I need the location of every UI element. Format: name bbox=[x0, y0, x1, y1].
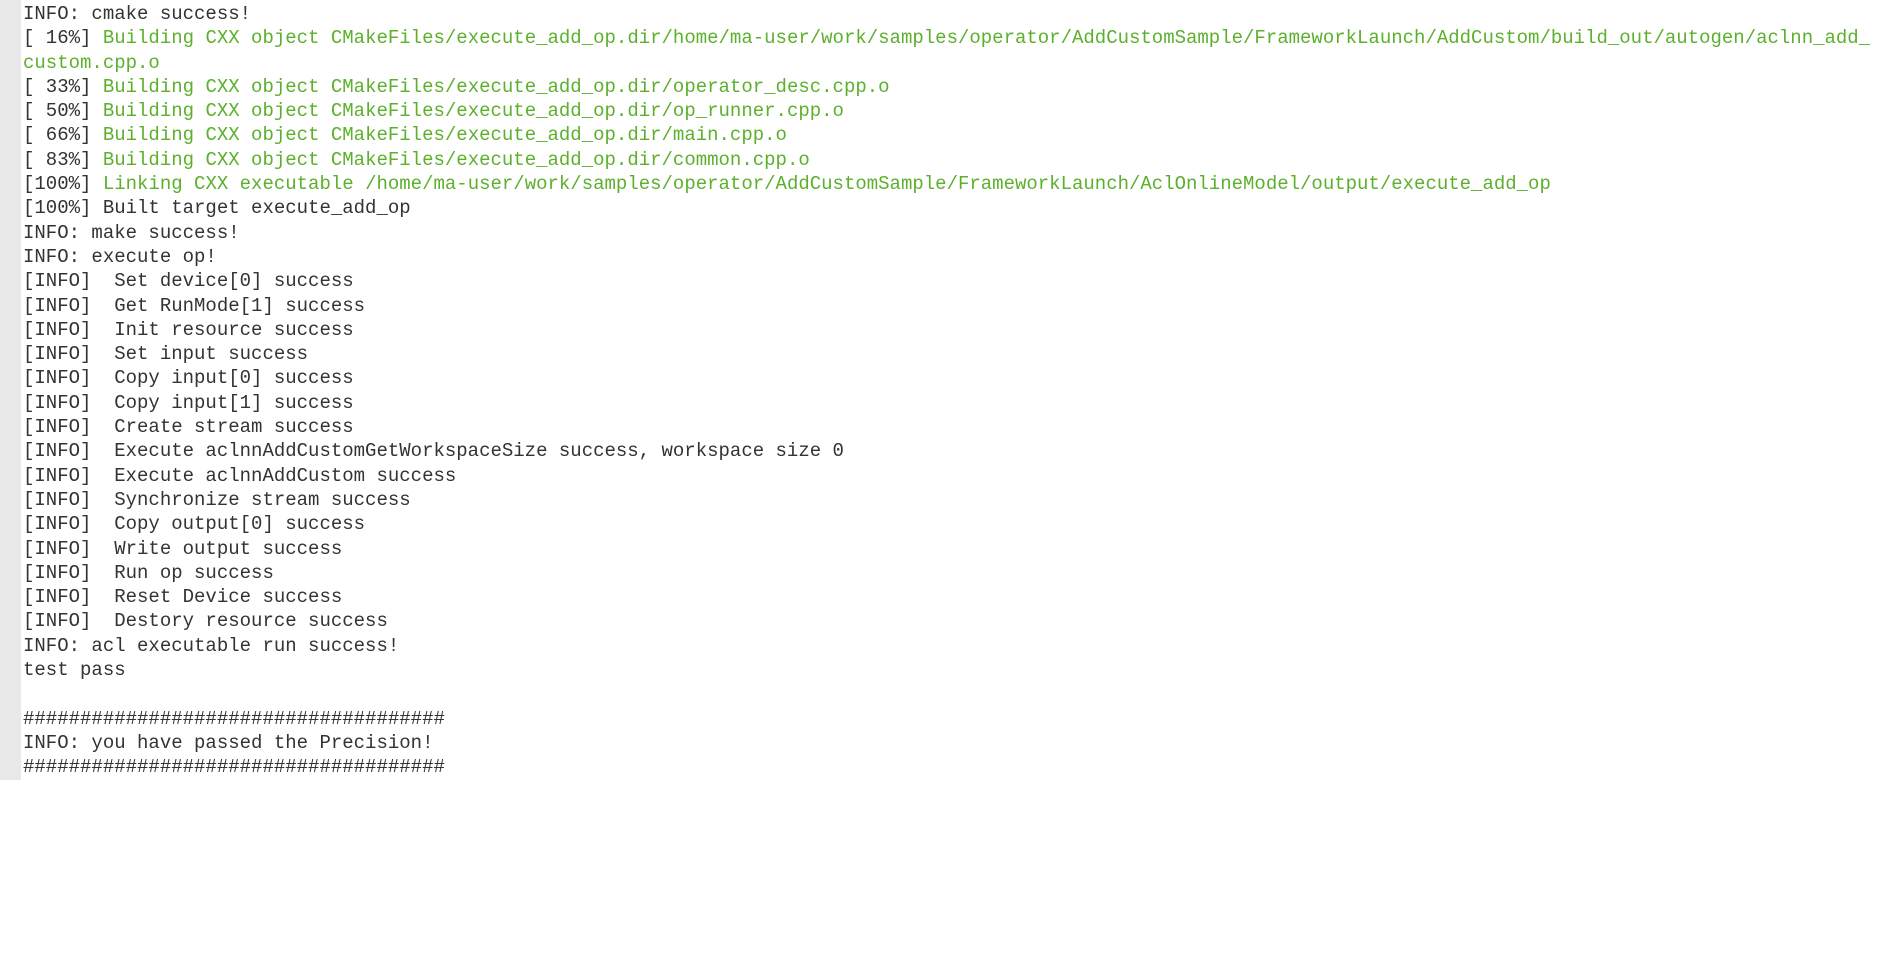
terminal-text-segment: Building CXX object CMakeFiles/execute_a… bbox=[103, 149, 810, 171]
terminal-line: INFO: acl executable run success! bbox=[23, 634, 1878, 658]
terminal-line: [INFO] Set input success bbox=[23, 342, 1878, 366]
terminal-text-segment: [INFO] Copy input[0] success bbox=[23, 367, 354, 389]
terminal-text-segment: [ 66%] bbox=[23, 124, 103, 146]
terminal-text-segment: [INFO] Init resource success bbox=[23, 319, 354, 341]
terminal-line: [INFO] Execute aclnnAddCustomGetWorkspac… bbox=[23, 439, 1878, 463]
terminal-line: test pass bbox=[23, 658, 1878, 682]
terminal-text-segment: [INFO] Write output success bbox=[23, 538, 342, 560]
terminal-text-segment: Building CXX object CMakeFiles/execute_a… bbox=[23, 27, 1870, 73]
terminal-line: INFO: make success! bbox=[23, 221, 1878, 245]
terminal-text-segment: [INFO] Copy output[0] success bbox=[23, 513, 365, 535]
terminal-line: [ 83%] Building CXX object CMakeFiles/ex… bbox=[23, 148, 1878, 172]
terminal-text-segment: [INFO] Execute aclnnAddCustomGetWorkspac… bbox=[23, 440, 844, 462]
terminal-text-segment: Building CXX object CMakeFiles/execute_a… bbox=[103, 100, 844, 122]
terminal-text-segment: [100%] Built target execute_add_op bbox=[23, 197, 411, 219]
terminal-line: INFO: cmake success! bbox=[23, 2, 1878, 26]
terminal-text-segment: [ 16%] bbox=[23, 27, 103, 49]
terminal-line: [INFO] Copy output[0] success bbox=[23, 512, 1878, 536]
terminal-text-segment: [INFO] Synchronize stream success bbox=[23, 489, 411, 511]
terminal-line: [INFO] Create stream success bbox=[23, 415, 1878, 439]
terminal-text-segment: [INFO] Copy input[1] success bbox=[23, 392, 354, 414]
terminal-text-segment: [ 33%] bbox=[23, 76, 103, 98]
terminal-text-segment bbox=[23, 683, 34, 705]
terminal-text-segment: [ 83%] bbox=[23, 149, 103, 171]
terminal-text-segment: [INFO] Set device[0] success bbox=[23, 270, 354, 292]
terminal-text-segment: [INFO] Execute aclnnAddCustom success bbox=[23, 465, 456, 487]
terminal-text-segment: ##################################### bbox=[23, 708, 445, 730]
terminal-line: [INFO] Execute aclnnAddCustom success bbox=[23, 464, 1878, 488]
terminal-line bbox=[23, 682, 1878, 706]
terminal-line: [INFO] Run op success bbox=[23, 561, 1878, 585]
terminal-line: [100%] Linking CXX executable /home/ma-u… bbox=[23, 172, 1878, 196]
terminal-text-segment: Building CXX object CMakeFiles/execute_a… bbox=[103, 124, 787, 146]
terminal-line: [ 66%] Building CXX object CMakeFiles/ex… bbox=[23, 123, 1878, 147]
terminal-text-segment: [INFO] Reset Device success bbox=[23, 586, 342, 608]
terminal-text-segment: [100%] bbox=[23, 173, 103, 195]
terminal-line: ##################################### bbox=[23, 755, 1878, 779]
terminal-text-segment: INFO: acl executable run success! bbox=[23, 635, 399, 657]
terminal-text-segment: test pass bbox=[23, 659, 126, 681]
terminal-text-segment: INFO: cmake success! bbox=[23, 3, 251, 25]
terminal-text-segment: [INFO] Run op success bbox=[23, 562, 274, 584]
terminal-text-segment: Linking CXX executable /home/ma-user/wor… bbox=[103, 173, 1551, 195]
terminal-line: [ 16%] Building CXX object CMakeFiles/ex… bbox=[23, 26, 1878, 75]
terminal-line: [ 50%] Building CXX object CMakeFiles/ex… bbox=[23, 99, 1878, 123]
terminal-line: [100%] Built target execute_add_op bbox=[23, 196, 1878, 220]
terminal-text-segment: INFO: make success! bbox=[23, 222, 240, 244]
terminal-line: [INFO] Init resource success bbox=[23, 318, 1878, 342]
terminal-output[interactable]: INFO: cmake success![ 16%] Building CXX … bbox=[21, 0, 1878, 780]
terminal-line: ##################################### bbox=[23, 707, 1878, 731]
terminal-text-segment: Building CXX object CMakeFiles/execute_a… bbox=[103, 76, 890, 98]
terminal-line: [INFO] Get RunMode[1] success bbox=[23, 294, 1878, 318]
terminal-line: [INFO] Write output success bbox=[23, 537, 1878, 561]
terminal-text-segment: [INFO] Get RunMode[1] success bbox=[23, 295, 365, 317]
terminal-line: INFO: you have passed the Precision! bbox=[23, 731, 1878, 755]
terminal-line: [INFO] Reset Device success bbox=[23, 585, 1878, 609]
terminal-line: [INFO] Copy input[0] success bbox=[23, 366, 1878, 390]
terminal-text-segment: [INFO] Destory resource success bbox=[23, 610, 388, 632]
terminal-line: [INFO] Copy input[1] success bbox=[23, 391, 1878, 415]
terminal-line: [ 33%] Building CXX object CMakeFiles/ex… bbox=[23, 75, 1878, 99]
terminal-text-segment: [INFO] Create stream success bbox=[23, 416, 354, 438]
terminal-line: [INFO] Destory resource success bbox=[23, 609, 1878, 633]
terminal-text-segment: [INFO] Set input success bbox=[23, 343, 308, 365]
terminal-text-segment: [ 50%] bbox=[23, 100, 103, 122]
terminal-text-segment: INFO: you have passed the Precision! bbox=[23, 732, 433, 754]
terminal-text-segment: INFO: execute op! bbox=[23, 246, 217, 268]
terminal-line: [INFO] Set device[0] success bbox=[23, 269, 1878, 293]
gutter bbox=[0, 0, 21, 780]
terminal-line: INFO: execute op! bbox=[23, 245, 1878, 269]
terminal-text-segment: ##################################### bbox=[23, 756, 445, 778]
terminal-line: [INFO] Synchronize stream success bbox=[23, 488, 1878, 512]
